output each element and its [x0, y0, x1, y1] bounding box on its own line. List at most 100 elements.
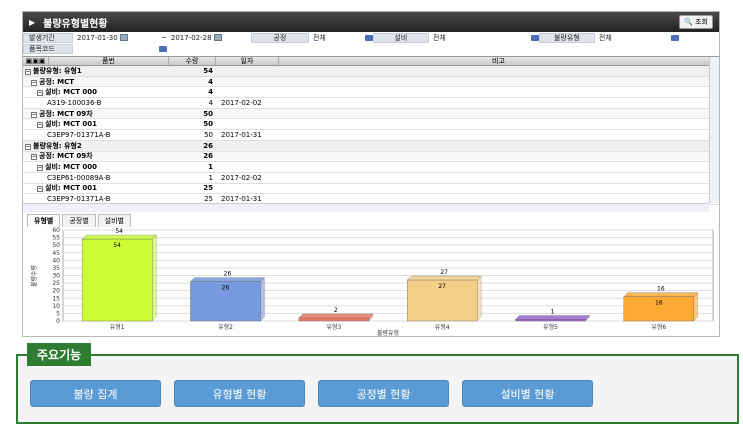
y-tick-label: 5 — [56, 310, 60, 317]
calendar-icon[interactable] — [119, 34, 128, 41]
process-status-button[interactable]: 공정별 현황 — [318, 380, 449, 407]
row-qty: 1 — [208, 173, 213, 182]
table-row[interactable]: − 설비: MCT 001 50 — [23, 119, 719, 131]
bar-value-label: 2 — [334, 307, 338, 314]
bar-top — [406, 275, 482, 281]
table-row[interactable]: − 공정: MCT 09차 50 — [23, 108, 719, 120]
row-label: C3EP97-01371A-B — [47, 130, 111, 139]
type-status-button[interactable]: 유형별 현황 — [174, 380, 305, 407]
col-header-note[interactable]: 비고 — [279, 57, 719, 65]
bar-top — [190, 277, 265, 282]
date-to-field[interactable]: 2017-02-28 — [167, 33, 251, 43]
collapse-icon[interactable]: − — [31, 154, 37, 161]
row-qty: 4 — [208, 77, 213, 86]
chevron-down-icon[interactable] — [670, 34, 679, 41]
data-grid: ▣▣▣ 품번 수량 일자 비고 − 불량유형: 유형1 54− 공정: MCT 4− 설비… — [23, 56, 719, 212]
table-row[interactable]: A319-100036-B 4 2017-02-02 — [23, 98, 719, 109]
y-tick-label: 40 — [52, 257, 60, 264]
collapse-icon[interactable]: − — [31, 79, 37, 86]
x-tick-label: 유형3 — [326, 323, 341, 331]
defect-aggregate-button[interactable]: 불량 집계 — [30, 380, 161, 407]
process-select[interactable]: 전체 — [309, 33, 373, 43]
bar — [81, 238, 153, 322]
row-qty: 25 — [203, 184, 213, 193]
y-tick-label: 50 — [52, 242, 60, 249]
calendar-icon[interactable] — [213, 34, 222, 41]
bar-value-label: 1 — [551, 308, 555, 315]
collapse-icon[interactable]: − — [25, 143, 31, 150]
equipment-select[interactable]: 전체 — [429, 33, 539, 43]
y-tick-label: 30 — [52, 273, 60, 280]
row-label: − 설비: MCT 001 — [37, 120, 98, 129]
bar-value-label: 54 — [115, 228, 123, 235]
bar-side — [476, 275, 482, 322]
table-row[interactable]: − 공정: MCT 09차 26 — [23, 151, 719, 163]
row-qty: 4 — [208, 98, 213, 107]
x-tick-label: 유형5 — [543, 323, 558, 331]
row-label: − 설비: MCT 001 — [37, 184, 98, 193]
bar — [515, 319, 586, 322]
x-tick-label: 유형2 — [218, 323, 233, 331]
row-label: − 공정: MCT 09차 — [31, 109, 93, 118]
equipment-label: 설비 — [372, 32, 429, 43]
col-header-qty[interactable]: 수량 — [169, 57, 216, 65]
row-date: 2017-02-02 — [221, 173, 262, 182]
defect-type-select[interactable]: 전체 — [595, 33, 679, 43]
row-label: − 공정: MCT — [31, 77, 74, 86]
group-toggle-header[interactable]: ▣▣▣ — [23, 57, 49, 65]
table-row[interactable]: − 불량유형: 유형2 26 — [23, 140, 719, 152]
y-tick-label: 60 — [52, 227, 60, 234]
table-row[interactable]: − 설비: MCT 000 1 — [23, 162, 719, 173]
row-date: 2017-02-02 — [221, 98, 262, 107]
y-tick-label: 10 — [52, 303, 60, 310]
date-from-field[interactable]: 2017-01-30 — [73, 33, 161, 43]
filter-row-2: 품목코드 — [23, 43, 719, 54]
y-tick-label: 0 — [56, 318, 60, 325]
window-titlebar: ▶ 불량유형별현황 🔍 조회 — [23, 12, 719, 32]
chevron-down-icon[interactable] — [530, 34, 539, 41]
equipment-status-button[interactable]: 설비별 현황 — [462, 380, 593, 407]
bar-inner-label: 54 — [113, 242, 121, 249]
chevron-down-icon[interactable] — [159, 45, 167, 52]
row-qty: 26 — [203, 141, 213, 150]
table-row[interactable]: − 공정: MCT 4 — [23, 76, 719, 88]
row-label: − 불량유형: 유형1 — [25, 66, 82, 75]
bar-value-label: 26 — [224, 271, 232, 278]
collapse-icon[interactable]: − — [37, 122, 43, 129]
vertical-scrollbar[interactable] — [709, 57, 719, 203]
table-row[interactable]: − 불량유형: 유형1 54 — [23, 66, 719, 77]
row-qty: 50 — [204, 130, 213, 139]
item-code-label: 품목코드 — [23, 43, 73, 54]
item-code-field[interactable] — [73, 44, 167, 54]
play-icon: ▶ — [29, 17, 36, 27]
filter-panel: 발생기간 2017-01-30 ~ 2017-02-28 공정 전체 설비 전체… — [23, 32, 719, 54]
collapse-icon[interactable]: − — [37, 165, 43, 172]
collapse-icon[interactable]: − — [37, 186, 43, 193]
bar-top — [298, 313, 374, 319]
table-row[interactable]: − 설비: MCT 000 4 — [23, 87, 719, 99]
col-header-date[interactable]: 일자 — [216, 57, 279, 65]
row-qty: 25 — [204, 195, 213, 204]
bar-side — [693, 292, 699, 322]
table-row[interactable]: C3EP97-01371A-B 50 2017-01-31 — [23, 130, 719, 141]
col-header-part[interactable]: 품번 — [49, 57, 169, 65]
row-qty: 54 — [203, 66, 213, 75]
process-label: 공정 — [250, 32, 309, 43]
row-label: A319-100036-B — [47, 98, 102, 107]
y-tick-label: 15 — [52, 295, 60, 302]
table-row[interactable]: − 설비: MCT 001 25 — [23, 184, 719, 195]
query-button[interactable]: 🔍 조회 — [679, 15, 713, 29]
row-qty: 26 — [203, 152, 213, 161]
bar-value-label: 16 — [657, 286, 665, 293]
bar-inner-label: 26 — [222, 285, 230, 292]
filter-row-1: 발생기간 2017-01-30 ~ 2017-02-28 공정 전체 설비 전체… — [23, 32, 719, 43]
collapse-icon[interactable]: − — [37, 90, 43, 97]
horizontal-scrollbar[interactable] — [23, 203, 709, 212]
table-row[interactable]: C3EP61-00089A-B 1 2017-02-02 — [23, 173, 719, 184]
bar — [298, 317, 370, 322]
app-window: ▶ 불량유형별현황 🔍 조회 발생기간 2017-01-30 ~ 2017-02… — [22, 11, 720, 337]
bar-top — [623, 292, 699, 297]
chevron-down-icon[interactable] — [364, 34, 373, 41]
collapse-icon[interactable]: − — [25, 68, 31, 75]
collapse-icon[interactable]: − — [31, 111, 37, 118]
